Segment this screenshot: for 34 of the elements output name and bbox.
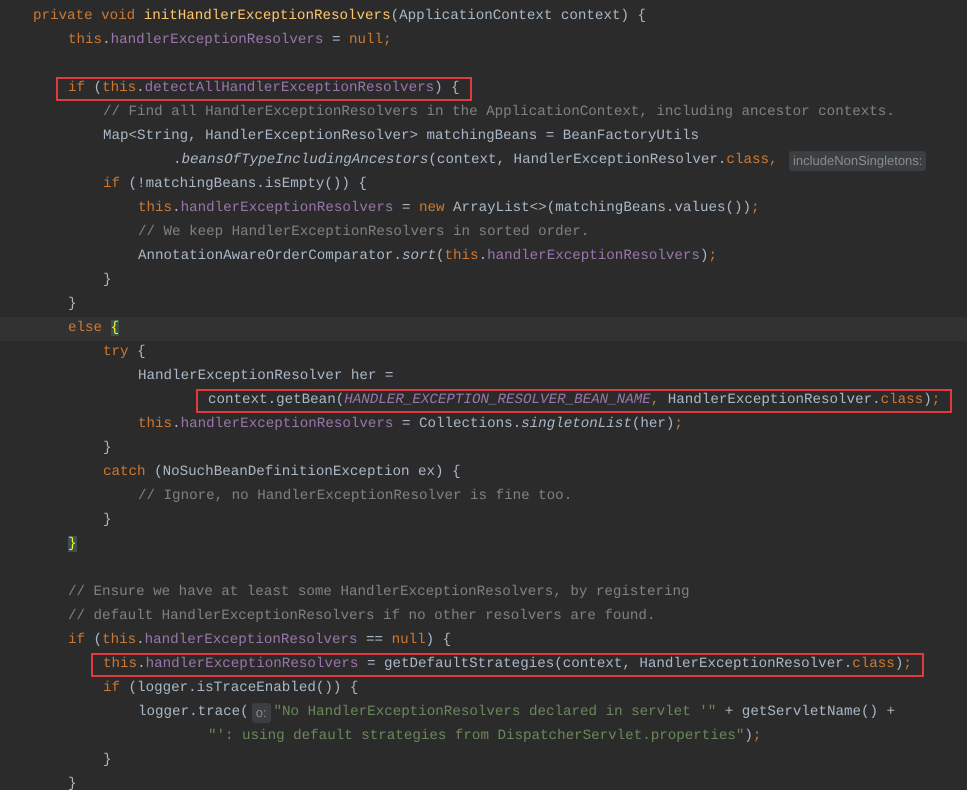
code-text: HandlerExceptionResolver her = <box>138 367 394 386</box>
code-text: this.handlerExceptionResolvers = getDefaultStrategies(context, HandlerExceptionResolver.class); <box>103 655 912 674</box>
code-text: // default HandlerExceptionResolvers if no other resolvers are found. <box>68 607 656 626</box>
code-text: this.handlerExceptionResolvers = null; <box>68 31 392 50</box>
code-text: if (!matchingBeans.isEmpty()) { <box>103 175 367 194</box>
code-text: try { <box>103 343 146 362</box>
code-text: private void initHandlerExceptionResolvers(ApplicationContext context) { <box>33 7 646 26</box>
code-text: if (this.handlerExceptionResolvers == null) { <box>68 631 452 650</box>
code-text: .beansOfTypeIncludingAncestors(context, HandlerExceptionResolver.class, <box>173 151 779 170</box>
code-text: if (logger.isTraceEnabled()) { <box>103 679 358 698</box>
code-text: catch (NoSuchBeanDefinitionException ex) { <box>103 463 461 482</box>
code-text: } <box>103 439 112 458</box>
code-text: if (this.detectAllHandlerExceptionResolvers) { <box>68 79 460 98</box>
code-text: // We keep HandlerExceptionResolvers in sorted order. <box>138 223 590 242</box>
code-text: this.handlerExceptionResolvers = Collections.singletonList(her); <box>138 415 683 434</box>
code-text: // Ignore, no HandlerExceptionResolver is fine too. <box>138 487 572 506</box>
code-text: // Ensure we have at least some HandlerExceptionResolvers, by registering <box>68 583 690 602</box>
code-text: } <box>68 295 77 314</box>
code-text: "No HandlerExceptionResolvers declared in servlet '" + getServletName() + <box>274 703 896 722</box>
code-text: context.getBean(HANDLER_EXCEPTION_RESOLVER_BEAN_NAME, HandlerExceptionResolver.class); <box>208 391 940 410</box>
code-text: logger.trace( <box>138 703 249 722</box>
code-text: // Find all HandlerExceptionResolvers in the ApplicationContext, including ancestor contexts. <box>103 103 895 122</box>
parameter-hint: o: <box>252 703 271 723</box>
code-text: } <box>103 511 112 530</box>
code-text: this.handlerExceptionResolvers = new ArrayList<>(matchingBeans.values()); <box>138 199 760 218</box>
code-text: Map<String, HandlerExceptionResolver> matchingBeans = BeanFactoryUtils <box>103 127 699 146</box>
code-text: } <box>68 775 77 790</box>
parameter-hint: includeNonSingletons: <box>789 151 926 171</box>
code-text: "': using default strategies from DispatcherServlet.properties"); <box>208 727 762 746</box>
code-text: } <box>68 535 77 554</box>
code-text: } <box>103 271 112 290</box>
code-text: AnnotationAwareOrderComparator.sort(this.handlerExceptionResolvers); <box>138 247 717 266</box>
code-text: else { <box>68 319 120 338</box>
code-text: } <box>103 751 112 770</box>
